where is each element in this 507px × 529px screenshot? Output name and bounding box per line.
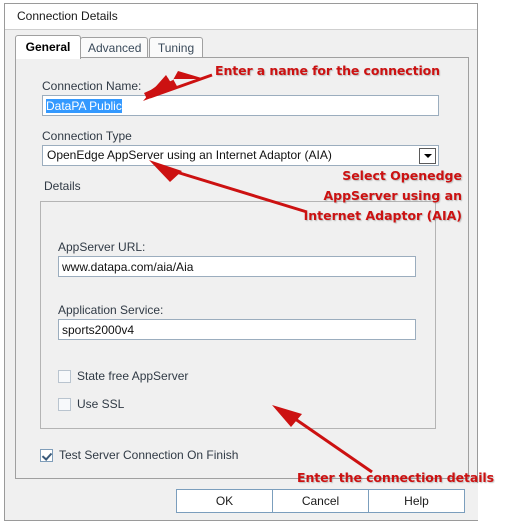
annotation-connection-type-line3: Internet Adaptor (AIA) <box>303 208 462 223</box>
annotation-connection-type-line1: Select Openedge <box>342 168 462 183</box>
annotation-connection-name: Enter a name for the connection <box>215 63 440 78</box>
annotation-arrow-connection-details <box>272 405 373 474</box>
annotation-connection-type-line2: AppServer using an <box>323 188 462 203</box>
annotation-connection-details: Enter the connection details <box>297 470 494 485</box>
screenshot-root: Connection Details General Advanced Tuni… <box>0 0 507 529</box>
annotation-connection-type: Select Openedge AppServer using an Inter… <box>302 166 462 226</box>
